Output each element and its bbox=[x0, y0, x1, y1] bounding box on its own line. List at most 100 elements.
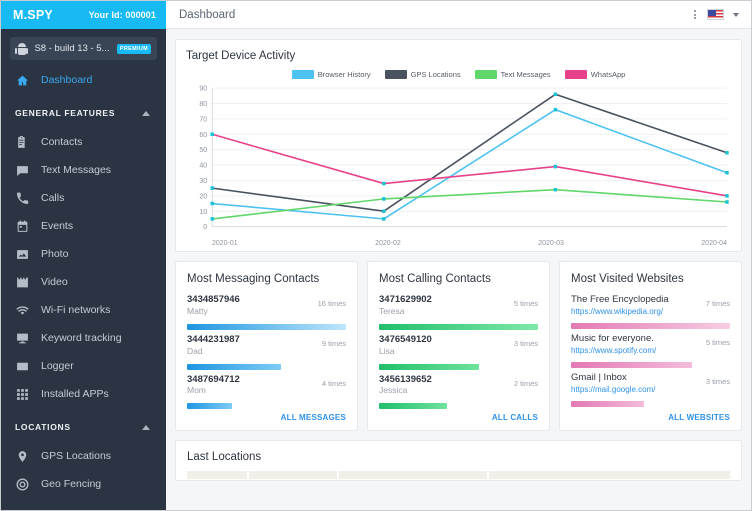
chart-title: Target Device Activity bbox=[186, 50, 296, 62]
progress-bar bbox=[379, 363, 480, 370]
list-item[interactable]: 3434857946 Matty 16 times bbox=[187, 294, 346, 330]
y-tick-label: 80 bbox=[199, 100, 207, 108]
sidebar-item-label: Photo bbox=[41, 248, 69, 260]
website-url[interactable]: https://mail.google.com/ bbox=[571, 384, 655, 395]
list-item[interactable]: Gmail | Inbox https://mail.google.com/ 3… bbox=[571, 372, 730, 408]
progress-bar bbox=[379, 403, 448, 410]
section-label: LOCATIONS bbox=[15, 422, 71, 432]
contact-count: 9 times bbox=[321, 338, 346, 348]
data-point bbox=[553, 92, 558, 97]
website-url[interactable]: https://www.spotify.com/ bbox=[571, 345, 656, 356]
target-icon bbox=[15, 477, 29, 491]
x-tick-label: 2020-03 bbox=[538, 240, 564, 247]
sidebar-item-wifi-networks[interactable]: Wi-Fi networks bbox=[1, 296, 166, 324]
wifi-icon bbox=[15, 303, 29, 317]
sidebar-item-photo[interactable]: Photo bbox=[1, 240, 166, 268]
contact-count: 5 times bbox=[513, 299, 538, 308]
legend-item-whatsapp[interactable]: WhatsApp bbox=[564, 70, 625, 79]
brand-bar: M.SPY Your Id: 000001 bbox=[1, 1, 166, 29]
progress-bar bbox=[187, 403, 232, 410]
sidebar-item-label: Video bbox=[41, 276, 68, 288]
premium-badge: PREMIUM bbox=[116, 43, 151, 54]
map-preview[interactable] bbox=[187, 471, 730, 481]
chevron-up-icon[interactable] bbox=[142, 110, 150, 116]
contact-name: Dad bbox=[187, 345, 203, 356]
photo-icon bbox=[15, 247, 29, 261]
y-tick-label: 40 bbox=[199, 162, 207, 170]
y-tick-label: 50 bbox=[199, 146, 207, 154]
sidebar-item-gps-locations[interactable]: GPS Locations bbox=[1, 442, 166, 470]
contact-number: 3456139652 bbox=[379, 373, 432, 385]
website-title: Gmail | Inbox bbox=[571, 372, 627, 384]
progress-bar bbox=[571, 323, 730, 330]
sidebar-item-calls[interactable]: Calls bbox=[1, 184, 166, 212]
chart-legend: Browser History GPS Locations Text Messa… bbox=[186, 70, 731, 79]
kebab-menu-icon[interactable] bbox=[692, 7, 698, 22]
data-point bbox=[553, 164, 558, 169]
contact-name: Lisa bbox=[379, 345, 395, 356]
x-tick-label: 2020-02 bbox=[375, 240, 401, 247]
sidebar-item-geo-fencing[interactable]: Geo Fencing bbox=[1, 470, 166, 498]
device-name: S8 - build 13 - 5... bbox=[34, 43, 110, 54]
list-item[interactable]: 3456139652 Jessica 2 times bbox=[379, 374, 538, 410]
sidebar-item-label: Calls bbox=[41, 192, 65, 204]
y-tick-label: 0 bbox=[203, 223, 207, 231]
data-point bbox=[553, 107, 558, 112]
contact-number: 3444231987 bbox=[187, 333, 240, 345]
sidebar-item-logger[interactable]: Logger bbox=[1, 352, 166, 380]
sidebar-item-text-messages[interactable]: Text Messages bbox=[1, 156, 166, 184]
main-content: Target Device Activity Browser History G… bbox=[166, 29, 751, 510]
device-selector[interactable]: S8 - build 13 - 5... PREMIUM bbox=[10, 37, 157, 60]
sidebar-item-keyword-tracking[interactable]: Keyword tracking bbox=[1, 324, 166, 352]
website-url[interactable]: https://www.wikipedia.org/ bbox=[571, 306, 669, 317]
x-tick-label: 2020-04 bbox=[701, 240, 727, 247]
list-item[interactable]: Music for everyone. https://www.spotify.… bbox=[571, 333, 730, 369]
all-messages-link[interactable]: ALL MESSAGES bbox=[187, 413, 346, 422]
logger-icon bbox=[15, 359, 29, 373]
chevron-down-icon[interactable] bbox=[733, 12, 739, 17]
data-point bbox=[210, 217, 214, 221]
us-flag-icon[interactable] bbox=[707, 9, 724, 20]
all-calls-link[interactable]: ALL CALLS bbox=[379, 413, 538, 422]
data-point bbox=[382, 197, 386, 201]
legend-item-text-messages[interactable]: Text Messages bbox=[474, 70, 551, 79]
all-websites-link[interactable]: ALL WEBSITES bbox=[571, 413, 730, 422]
contact-number: 3471629902 bbox=[379, 294, 432, 305]
section-locations[interactable]: LOCATIONS bbox=[1, 412, 166, 442]
chart-x-axis-labels: 2020-01 2020-02 2020-03 2020-04 bbox=[186, 239, 731, 247]
list-item[interactable]: 3444231987 Dad 9 times bbox=[187, 334, 346, 370]
sidebar-item-dashboard[interactable]: Dashboard bbox=[1, 66, 166, 94]
sidebar-item-label: Logger bbox=[41, 360, 74, 372]
section-label: GENERAL FEATURES bbox=[15, 108, 116, 118]
sidebar-item-video[interactable]: Video bbox=[1, 268, 166, 296]
mspy-logo[interactable]: M.SPY bbox=[13, 8, 53, 22]
contact-name: Jessica bbox=[379, 385, 408, 396]
sidebar-item-installed-apps[interactable]: Installed APPs bbox=[1, 380, 166, 408]
section-general-features[interactable]: GENERAL FEATURES bbox=[1, 98, 166, 128]
sidebar-item-label: Keyword tracking bbox=[41, 332, 122, 344]
contact-count: 2 times bbox=[513, 378, 538, 388]
most-messaging-contacts-card: Most Messaging Contacts 3434857946 Matty… bbox=[175, 261, 358, 432]
video-icon bbox=[15, 275, 29, 289]
sidebar-item-label: Events bbox=[41, 220, 74, 232]
legend-item-browser-history[interactable]: Browser History bbox=[291, 70, 371, 79]
legend-item-gps-locations[interactable]: GPS Locations bbox=[384, 70, 461, 79]
chevron-up-icon[interactable] bbox=[142, 424, 150, 430]
sidebar-item-label: Installed APPs bbox=[41, 388, 109, 400]
your-id-label: Your Id: 000001 bbox=[88, 10, 156, 20]
list-item[interactable]: 3487694712 Mom 4 times bbox=[187, 374, 346, 410]
sidebar-item-events[interactable]: Events bbox=[1, 212, 166, 240]
sidebar-item-label: Contacts bbox=[41, 136, 83, 148]
list-item[interactable]: 3471629902 Teresa 5 times bbox=[379, 294, 538, 330]
list-item[interactable]: 3476549120 Lisa 3 times bbox=[379, 334, 538, 370]
phone-icon bbox=[15, 191, 29, 205]
legend-swatch bbox=[384, 70, 407, 79]
progress-bar bbox=[187, 363, 281, 370]
sidebar-item-label: Dashboard bbox=[41, 74, 93, 86]
list-item[interactable]: The Free Encyclopedia https://www.wikipe… bbox=[571, 294, 730, 330]
card-title: Most Messaging Contacts bbox=[187, 273, 320, 285]
sidebar-item-contacts[interactable]: Contacts bbox=[1, 128, 166, 156]
data-point bbox=[382, 217, 386, 221]
data-point bbox=[382, 181, 386, 186]
last-locations-card: Last Locations bbox=[175, 440, 742, 482]
